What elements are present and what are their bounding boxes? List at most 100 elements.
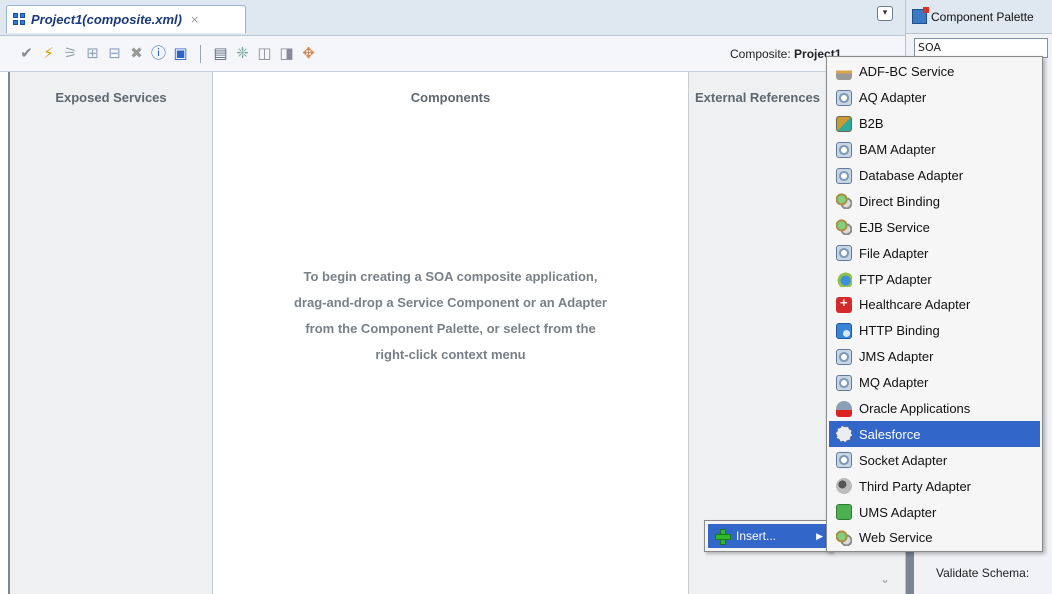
menu-item-label: HTTP Binding [859, 323, 940, 339]
tab-title: Project1(composite.xml) [31, 12, 182, 27]
menu-item-label: JMS Adapter [859, 349, 934, 365]
arrange-icon[interactable]: ✥ [300, 45, 317, 62]
menu-item-ums-adapter[interactable]: UMS Adapter [829, 499, 1040, 525]
scroll-down-icon[interactable]: ⌄ [880, 572, 890, 586]
menu-item-direct-binding[interactable]: Direct Binding [829, 188, 1040, 214]
menu-item-ejb-service[interactable]: EJB Service [829, 214, 1040, 240]
test-icon[interactable]: ▤ [212, 45, 229, 62]
http-binding-icon [836, 322, 852, 339]
menu-item-adf-bc-service[interactable]: ADF-BC Service [829, 59, 1040, 85]
menu-item-web-service[interactable]: Web Service [829, 525, 1040, 551]
mq-adapter-icon [836, 374, 852, 391]
context-menu: Insert... ▶ [704, 520, 832, 552]
exposed-services-lane[interactable]: Exposed Services [8, 72, 213, 594]
editor-tab-strip: Project1(composite.xml) × ▾ [0, 0, 905, 36]
menu-item-third-party-adapter[interactable]: Third Party Adapter [829, 473, 1040, 499]
info-icon[interactable]: ⓘ [150, 45, 167, 62]
wire-icon[interactable]: ⚞ [62, 45, 79, 62]
menu-item-file-adapter[interactable]: File Adapter [829, 240, 1040, 266]
component-palette-icon [912, 7, 929, 24]
menu-item-bam-adapter[interactable]: BAM Adapter [829, 137, 1040, 163]
validate-check-icon[interactable]: ✔ [18, 45, 35, 62]
hint-line: from the Component Palette, or select fr… [305, 321, 596, 336]
menu-item-label: MQ Adapter [859, 375, 929, 391]
plus-icon [714, 528, 731, 545]
menu-item-label: AQ Adapter [859, 90, 927, 106]
bam-adapter-icon [836, 141, 852, 158]
menu-item-label: File Adapter [859, 245, 929, 261]
aq-adapter-icon [836, 89, 852, 106]
ftp-adapter-icon [836, 271, 852, 288]
menu-item-oracle-applications[interactable]: Oracle Applications [829, 396, 1040, 422]
composite-prefix: Composite: [730, 47, 791, 61]
deploy-icon[interactable]: ◫ [256, 45, 273, 62]
lane-title-components: Components [410, 90, 491, 105]
oracle-applications-icon [836, 400, 852, 417]
menu-item-socket-adapter[interactable]: Socket Adapter [829, 447, 1040, 473]
menu-item-mq-adapter[interactable]: MQ Adapter [829, 370, 1040, 396]
properties-icon[interactable]: ▣ [172, 45, 189, 62]
socket-adapter-icon [836, 452, 852, 469]
hint-line: drag-and-drop a Service Component or an … [293, 295, 607, 310]
export-icon[interactable]: ◨ [278, 45, 295, 62]
menu-item-label: B2B [859, 116, 884, 132]
menu-item-label: Third Party Adapter [859, 478, 971, 494]
composite-name-label: Composite: Project1 [730, 47, 841, 61]
jms-adapter-icon [836, 348, 852, 365]
menu-item-label: BAM Adapter [859, 142, 936, 158]
toolbar-separator [200, 44, 201, 63]
menu-item-label: Database Adapter [859, 168, 964, 183]
menu-item-http-binding[interactable]: HTTP Binding [829, 318, 1040, 344]
menu-item-b2b[interactable]: B2B [829, 111, 1040, 137]
tab-composite[interactable]: Project1(composite.xml) × [6, 5, 246, 33]
menu-item-label: FTP Adapter [859, 271, 932, 287]
submenu-arrow-icon: ▶ [816, 530, 823, 541]
database-adapter-icon [836, 167, 852, 184]
third-party-adapter-icon [836, 478, 852, 495]
menu-item-label: ADF-BC Service [859, 64, 955, 80]
menu-item-healthcare-adapter[interactable]: Healthcare Adapter [829, 292, 1040, 318]
composite-icon [13, 12, 27, 27]
lightning-icon[interactable]: ⚡ [40, 45, 57, 62]
file-adapter-icon [836, 245, 852, 262]
empty-canvas-hint: To begin creating a SOA composite applic… [213, 264, 688, 368]
menu-item-label: Direct Binding [859, 193, 940, 209]
menu-item-label: UMS Adapter [859, 504, 937, 520]
close-icon[interactable]: × [190, 13, 199, 26]
menu-item-database-adapter[interactable]: Database Adapter [829, 163, 1040, 189]
palette-header: Component Palette [906, 0, 1052, 34]
direct-binding-icon [836, 193, 852, 210]
components-lane[interactable]: Components To begin creating a SOA compo… [213, 72, 688, 594]
salesforce-icon [836, 426, 852, 443]
ums-adapter-icon [836, 504, 852, 521]
ejb-service-icon [836, 219, 852, 236]
menu-item-salesforce[interactable]: Salesforce [829, 421, 1040, 448]
menu-item-label: Salesforce [859, 426, 921, 442]
healthcare-adapter-icon [836, 295, 852, 313]
add-service-icon[interactable]: ⊞ [84, 45, 101, 62]
b2b-icon [836, 115, 852, 132]
lane-title-exposed-services: Exposed Services [55, 90, 167, 105]
chevron-down-icon[interactable]: ▾ [877, 6, 893, 21]
adfbc-icon [836, 63, 852, 80]
add-reference-icon[interactable]: ⊟ [106, 45, 123, 62]
menu-item-aq-adapter[interactable]: AQ Adapter [829, 85, 1040, 111]
palette-title: Component Palette [931, 9, 1034, 24]
menu-item-label: Web Service [859, 530, 933, 546]
hint-line: To begin creating a SOA composite applic… [303, 269, 598, 284]
layout-icon[interactable]: ❈ [234, 45, 251, 62]
menu-item-label: Oracle Applications [859, 401, 971, 417]
delete-icon[interactable]: ✖ [128, 45, 145, 62]
hint-line: right-click context menu [375, 347, 526, 362]
palette-category-select[interactable]: SOA [914, 38, 1048, 58]
insert-label: Insert... [736, 529, 777, 543]
menu-item-label: EJB Service [859, 219, 930, 235]
insert-submenu: ADF-BC Service AQ Adapter B2B BAM Adapte… [826, 56, 1043, 552]
validate-schema-label: Validate Schema: [936, 566, 1030, 580]
menu-item-insert[interactable]: Insert... ▶ [708, 524, 828, 548]
menu-item-label: Healthcare Adapter [859, 297, 971, 313]
menu-item-jms-adapter[interactable]: JMS Adapter [829, 344, 1040, 370]
menu-item-ftp-adapter[interactable]: FTP Adapter [829, 266, 1040, 292]
web-service-icon [836, 529, 852, 546]
menu-item-label: Socket Adapter [859, 452, 948, 468]
